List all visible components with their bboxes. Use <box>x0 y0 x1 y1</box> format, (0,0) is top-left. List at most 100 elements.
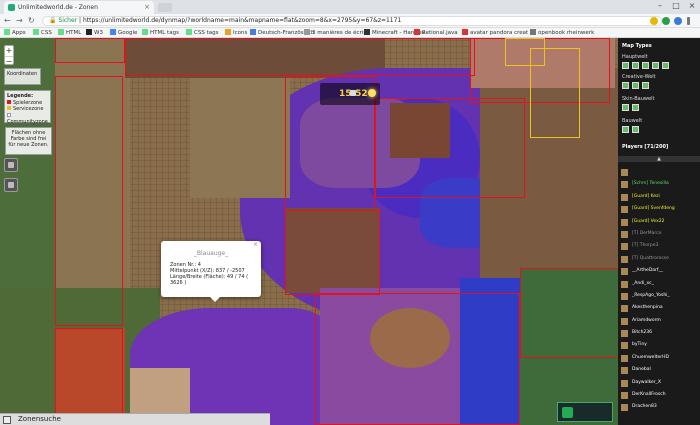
bookmark-item[interactable]: CSS <box>33 28 52 38</box>
bookmark-item[interactable]: openbook rheinwerk <box>530 28 594 38</box>
world-hauptwelt: Hauptwelt <box>622 54 648 60</box>
back-icon[interactable]: ← <box>4 15 11 27</box>
layer-toggle-button[interactable] <box>4 158 18 172</box>
url-field[interactable]: 🔒 Sicher | https://unlimitedworld.de/dyn… <box>42 16 662 26</box>
map-flat-icon[interactable] <box>622 126 629 133</box>
reload-icon[interactable]: ↻ <box>28 15 35 27</box>
zone-border[interactable] <box>520 268 618 358</box>
player-avatar <box>621 255 628 263</box>
map-flat-icon[interactable] <box>622 104 629 111</box>
bookmark-item[interactable]: CSS tags <box>186 28 218 38</box>
close-tab-icon[interactable]: × <box>144 1 150 14</box>
bookmark-item[interactable]: avatar pandora creat <box>462 28 528 38</box>
zone-border[interactable] <box>55 328 123 425</box>
game-clock: 15:52 <box>320 83 380 105</box>
player-item[interactable]: [T] DerMarco <box>618 228 700 240</box>
extension-icon[interactable] <box>674 17 682 25</box>
map-types-title: Map Types <box>622 43 652 49</box>
tab-bar: Unlimitedworld.de - Zonen × – □ × <box>0 0 700 14</box>
bookmark-item[interactable]: Icons <box>225 28 247 38</box>
new-tab-button[interactable] <box>158 3 172 12</box>
player-item[interactable]: _RespAgo_Yoshi_ <box>618 290 700 302</box>
player-item[interactable]: Bitch236 <box>618 327 700 339</box>
legend-item: Communityzone <box>7 112 48 126</box>
map-cave-icon[interactable] <box>642 62 649 69</box>
player-item[interactable]: [Guard] Vex22 <box>618 216 700 228</box>
service-zone-border[interactable] <box>505 38 545 66</box>
player-item[interactable]: Drachen83 <box>618 401 700 413</box>
player-item[interactable]: DerKnallFrosch <box>618 389 700 401</box>
search-icon[interactable] <box>3 416 11 424</box>
map-cave-icon[interactable] <box>642 82 649 89</box>
bookmark-item[interactable]: HTML <box>58 28 81 38</box>
map-flat-icon[interactable] <box>622 82 629 89</box>
player-avatar <box>621 379 628 387</box>
player-item[interactable]: __ArtheDarf__ <box>618 265 700 277</box>
zone-border[interactable] <box>55 76 123 326</box>
bookmark-item[interactable]: Retional.java <box>414 28 458 38</box>
map-surface-icon[interactable] <box>632 126 639 133</box>
player-item[interactable]: byTiny <box>618 339 700 351</box>
dynmap-canvas[interactable]: 15:52 + − Koordinaten Legende: Spielerzo… <box>0 38 618 425</box>
player-item[interactable] <box>618 166 700 178</box>
player-avatar <box>621 354 628 362</box>
coordinates-box: Koordinaten <box>4 68 41 85</box>
close-window-icon[interactable]: × <box>684 0 700 12</box>
browser-tab[interactable]: Unlimitedworld.de - Zonen × <box>4 1 154 14</box>
zoom-out-button[interactable]: − <box>5 56 13 66</box>
map-sidebar: Map Types Hauptwelt Creative-Welt Skin-B… <box>618 38 700 425</box>
legend-swatch <box>7 112 11 117</box>
player-avatar <box>621 330 628 338</box>
map-surface-icon[interactable] <box>632 104 639 111</box>
bookmarks-bar: Apps CSS HTML W3 Google HTML tags CSS ta… <box>0 28 700 38</box>
legend-item: Servicezone <box>7 106 48 113</box>
zone-border[interactable] <box>315 293 520 425</box>
zone-search-bar[interactable]: Zonensuche <box>0 413 270 425</box>
player-avatar <box>621 292 628 300</box>
player-avatar <box>621 193 628 201</box>
player-item[interactable]: _Andi_xc_ <box>618 278 700 290</box>
zoom-in-button[interactable]: + <box>5 46 13 56</box>
player-item[interactable]: Ariamdworm <box>618 315 700 327</box>
map-night-icon[interactable] <box>652 62 659 69</box>
player-item[interactable]: Akesthenpina <box>618 302 700 314</box>
popup-close-icon[interactable]: × <box>253 242 258 248</box>
zone-border[interactable] <box>375 98 525 198</box>
player-avatar <box>621 317 628 325</box>
player-item[interactable]: [Schm] Tenesilla <box>618 178 700 190</box>
minimize-icon[interactable]: – <box>652 0 668 12</box>
maximize-icon[interactable]: □ <box>668 0 684 12</box>
player-item[interactable]: Danebal <box>618 364 700 376</box>
zone-border[interactable] <box>55 38 125 63</box>
extension-icon[interactable] <box>662 17 670 25</box>
zone-border[interactable] <box>125 38 475 76</box>
player-item[interactable]: Daywalker_X <box>618 377 700 389</box>
player-item[interactable]: [Guard] Kezi <box>618 191 700 203</box>
menu-icon[interactable] <box>687 17 690 25</box>
player-item[interactable]: [Guard] Svenfdeng <box>618 203 700 215</box>
player-item[interactable]: [T] Thorpe3 <box>618 240 700 252</box>
map-flat-icon[interactable] <box>622 62 629 69</box>
bookmark-item[interactable]: W3 <box>86 28 103 38</box>
players-scroll-up[interactable]: ▲ <box>618 156 700 162</box>
bookmark-item[interactable]: 3 manières de écrire <box>304 28 369 38</box>
legend-swatch <box>7 99 11 104</box>
player-item[interactable]: [T] Quattrorosse <box>618 253 700 265</box>
coordinates-title: Koordinaten <box>7 71 38 77</box>
forward-icon[interactable]: → <box>16 15 23 27</box>
player-item[interactable]: ChuemwelterHD <box>618 352 700 364</box>
favicon-icon <box>8 4 15 11</box>
bookmark-item[interactable]: HTML tags <box>142 28 179 38</box>
map-iso-icon[interactable] <box>662 62 669 69</box>
zone-border[interactable] <box>285 210 380 295</box>
map-surface-icon[interactable] <box>632 62 639 69</box>
bookmark-item[interactable]: Apps <box>4 28 26 38</box>
player-avatar <box>621 342 628 350</box>
address-bar: ← → ↻ 🔒 Sicher | https://unlimitedworld.… <box>0 14 700 28</box>
player-toggle-button[interactable] <box>4 178 18 192</box>
world-bauwelt: Bauwelt <box>622 118 643 124</box>
url-text: https://unlimitedworld.de/dynmap/?worldn… <box>82 17 402 24</box>
map-surface-icon[interactable] <box>632 82 639 89</box>
bookmark-item[interactable]: Google <box>110 28 137 38</box>
bookmark-star-icon[interactable] <box>650 17 658 25</box>
